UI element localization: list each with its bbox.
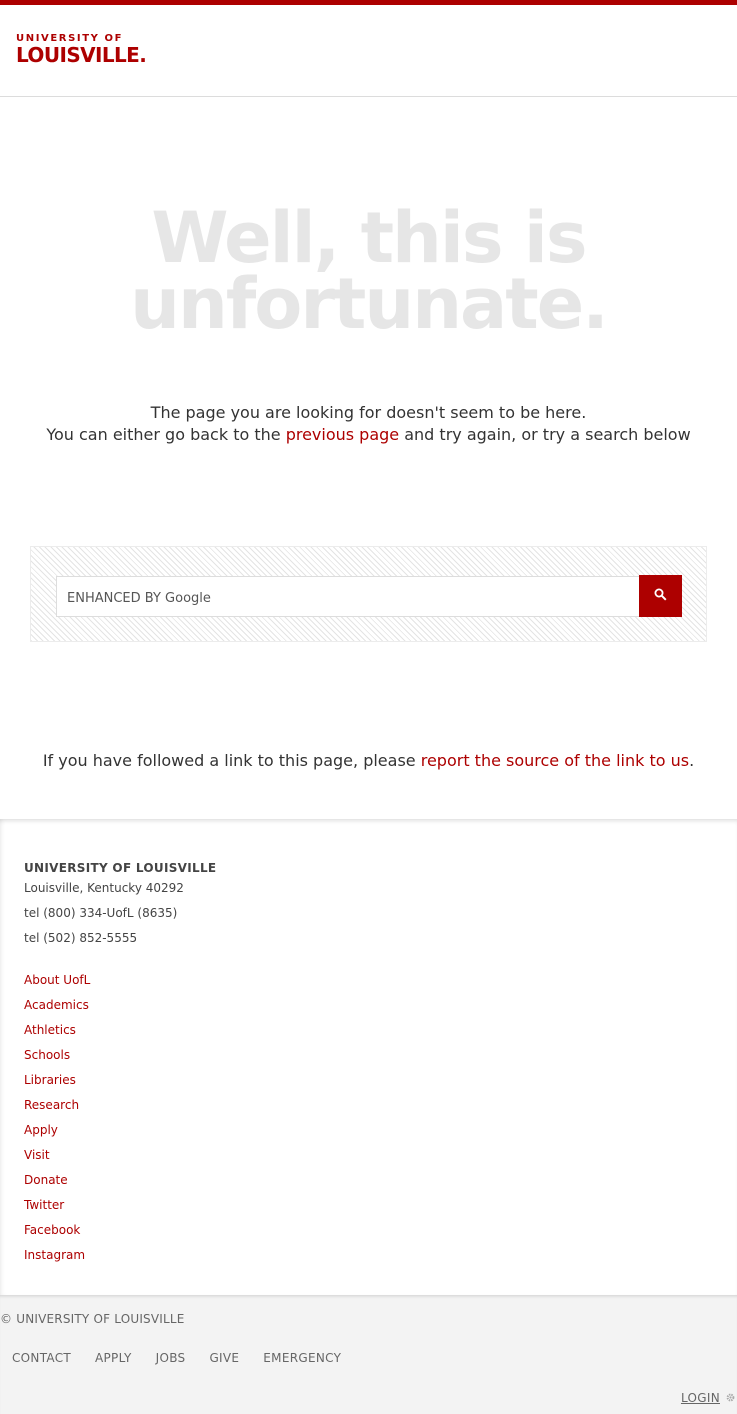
report-text-before: If you have followed a link to this page…	[42, 751, 416, 770]
bottom-nav-contact[interactable]: CONTACT	[12, 1351, 71, 1365]
previous-page-link[interactable]: previous page	[286, 425, 399, 444]
footer-link-academics[interactable]: Academics	[24, 998, 90, 1023]
university-logo[interactable]: UNIVERSITY OF LOUISVILLE.	[16, 33, 151, 65]
message-line-1: The page you are looking for doesn't see…	[150, 403, 587, 422]
footer-title: UNIVERSITY OF LOUISVILLE	[24, 861, 217, 875]
footer-link-about[interactable]: About UofL	[24, 973, 90, 998]
footer-link-apply[interactable]: Apply	[24, 1123, 90, 1148]
footer-link-research[interactable]: Research	[24, 1098, 90, 1123]
gear-icon	[726, 1391, 735, 1405]
footer-link-twitter[interactable]: Twitter	[24, 1198, 90, 1223]
footer-links: About UofL Academics Athletics Schools L…	[24, 973, 90, 1273]
footer: UNIVERSITY OF LOUISVILLE Louisville, Ken…	[0, 819, 737, 1295]
footer-bottom-bar: © UNIVERSITY OF LOUISVILLE CONTACT APPLY…	[0, 1295, 737, 1414]
footer-link-athletics[interactable]: Athletics	[24, 1023, 90, 1048]
report-message: If you have followed a link to this page…	[0, 750, 737, 772]
message-text-before: You can either go back to the	[46, 425, 281, 444]
footer-tel-2: tel (502) 852-5555	[24, 931, 138, 945]
logo-bottom-text: LOUISVILLE.	[16, 43, 147, 67]
copyright: © UNIVERSITY OF LOUISVILLE	[0, 1312, 185, 1326]
search-button[interactable]	[639, 575, 682, 617]
error-message: The page you are looking for doesn't see…	[40, 402, 697, 446]
login-label: LOGIN	[680, 1391, 720, 1405]
login-link[interactable]: LOGIN	[681, 1391, 735, 1405]
search-icon	[654, 588, 667, 604]
bottom-nav-jobs[interactable]: JOBS	[156, 1351, 186, 1365]
error-headline: Well, this is unfortunate.	[0, 197, 737, 345]
footer-link-instagram[interactable]: Instagram	[24, 1248, 90, 1273]
message-text-after: and try again, or try a search below	[404, 425, 691, 444]
headline-line-1: Well, this is	[151, 197, 587, 279]
search-panel	[30, 546, 707, 642]
report-link[interactable]: report the source of the link to us	[421, 751, 689, 770]
report-text-after: .	[689, 751, 695, 770]
bottom-nav: CONTACT APPLY JOBS GIVE EMERGENCY	[12, 1351, 365, 1365]
search-input[interactable]	[65, 583, 629, 613]
footer-link-libraries[interactable]: Libraries	[24, 1073, 90, 1098]
message-line-2: You can either go back to the previous p…	[40, 424, 697, 446]
footer-tel-1: tel (800) 334-UofL (8635)	[24, 906, 178, 920]
footer-link-visit[interactable]: Visit	[24, 1148, 90, 1173]
bottom-nav-give[interactable]: GIVE	[209, 1351, 239, 1365]
footer-address: Louisville, Kentucky 40292	[24, 881, 184, 895]
site-header: UNIVERSITY OF LOUISVILLE.	[0, 5, 737, 97]
footer-link-donate[interactable]: Donate	[24, 1173, 90, 1198]
footer-link-facebook[interactable]: Facebook	[24, 1223, 90, 1248]
bottom-nav-apply[interactable]: APPLY	[95, 1351, 132, 1365]
bottom-nav-emergency[interactable]: EMERGENCY	[263, 1351, 341, 1365]
footer-link-schools[interactable]: Schools	[24, 1048, 90, 1073]
headline-line-2: unfortunate.	[130, 263, 609, 345]
search-box	[56, 576, 640, 617]
